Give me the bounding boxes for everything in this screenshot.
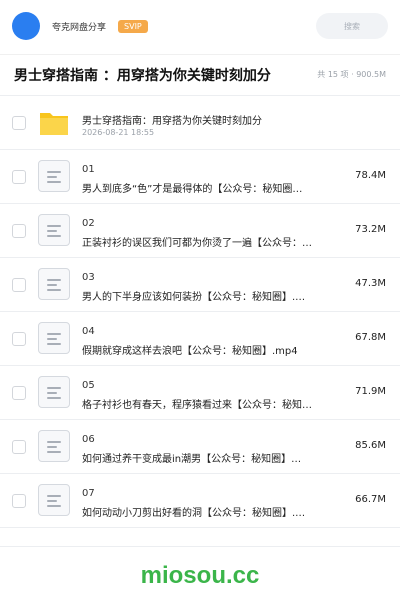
folder-row[interactable]: 男士穿搭指南：用穿搭为你关键时刻加分 2026-08-21 18:55 — [0, 96, 400, 150]
row-checkbox[interactable] — [12, 224, 26, 238]
folder-icon — [40, 113, 68, 135]
document-icon — [38, 268, 70, 300]
file-name: 格子衬衫也有春天，程序猿看过来【公众号：秘知… — [82, 400, 312, 411]
file-number: 01 — [82, 164, 95, 175]
file-number: 05 — [82, 380, 95, 391]
file-name: 正装衬衫的误区我们可都为你烫了一遍【公众号：… — [82, 238, 312, 249]
row-checkbox[interactable] — [12, 170, 26, 184]
row-checkbox[interactable] — [12, 116, 26, 130]
file-size: 47.3M — [355, 278, 386, 289]
file-number: 07 — [82, 488, 95, 499]
file-number: 06 — [82, 434, 95, 445]
row-checkbox[interactable] — [12, 332, 26, 346]
file-name: 假期就穿成这样去浪吧【公众号：秘知圈】.mp4 — [82, 346, 298, 357]
file-number: 04 — [82, 326, 95, 337]
file-row[interactable]: 05 格子衬衫也有春天，程序猿看过来【公众号：秘知… 71.9M — [0, 366, 400, 420]
file-name: 男人的下半身应该如何装扮【公众号：秘知圈】.… — [82, 292, 306, 303]
row-checkbox[interactable] — [12, 440, 26, 454]
file-number: 02 — [82, 218, 95, 229]
share-meta: 共 15 项 · 900.5M — [317, 70, 386, 79]
avatar[interactable] — [12, 12, 40, 40]
row-checkbox[interactable] — [12, 494, 26, 508]
file-size: 78.4M — [355, 170, 386, 181]
file-name: 如何动动小刀剪出好看的洞【公众号：秘知圈】.… — [82, 508, 306, 519]
file-size: 66.7M — [355, 494, 386, 505]
document-icon — [38, 484, 70, 516]
folder-name: 男士穿搭指南：用穿搭为你关键时刻加分 — [82, 116, 262, 127]
row-checkbox[interactable] — [12, 386, 26, 400]
document-icon — [38, 214, 70, 246]
file-size: 85.6M — [355, 440, 386, 451]
page-title: 男士穿搭指南 ：用穿搭为你关键时刻加分 — [14, 68, 271, 84]
row-checkbox[interactable] — [12, 278, 26, 292]
file-size: 67.8M — [355, 332, 386, 343]
file-size: 71.9M — [355, 386, 386, 397]
svip-badge: SVIP — [118, 19, 148, 33]
file-name: 男人到底多“色”才是最得体的【公众号：秘知圈… — [82, 184, 303, 195]
file-name: 如何通过养干变成最in潮男【公众号：秘知圈】… — [82, 454, 302, 465]
file-row[interactable]: 04 假期就穿成这样去浪吧【公众号：秘知圈】.mp4 67.8M — [0, 312, 400, 366]
file-list: 男士穿搭指南：用穿搭为你关键时刻加分 2026-08-21 18:55 01 男… — [0, 96, 400, 528]
file-number: 03 — [82, 272, 95, 283]
file-row[interactable]: 07 如何动动小刀剪出好看的洞【公众号：秘知圈】.… 66.7M — [0, 474, 400, 528]
brand-name: 夸克网盘分享 — [52, 22, 107, 33]
file-size: 73.2M — [355, 224, 386, 235]
share-title-bar: 男士穿搭指南 ：用穿搭为你关键时刻加分 共 15 项 · 900.5M — [0, 54, 400, 96]
file-row[interactable]: 01 男人到底多“色”才是最得体的【公众号：秘知圈… 78.4M — [0, 150, 400, 204]
top-bar: 夸克网盘分享 SVIP 搜索 — [0, 0, 400, 52]
document-icon — [38, 430, 70, 462]
footer-divider — [0, 546, 400, 547]
search-input[interactable]: 搜索 — [316, 13, 388, 39]
file-row[interactable]: 06 如何通过养干变成最in潮男【公众号：秘知圈】… 85.6M — [0, 420, 400, 474]
folder-date: 2026-08-21 18:55 — [82, 128, 155, 137]
file-row[interactable]: 02 正装衬衫的误区我们可都为你烫了一遍【公众号：… 73.2M — [0, 204, 400, 258]
file-row[interactable]: 03 男人的下半身应该如何装扮【公众号：秘知圈】.… 47.3M — [0, 258, 400, 312]
document-icon — [38, 376, 70, 408]
document-icon — [38, 322, 70, 354]
site-watermark: miosou.cc — [140, 562, 260, 589]
document-icon — [38, 160, 70, 192]
